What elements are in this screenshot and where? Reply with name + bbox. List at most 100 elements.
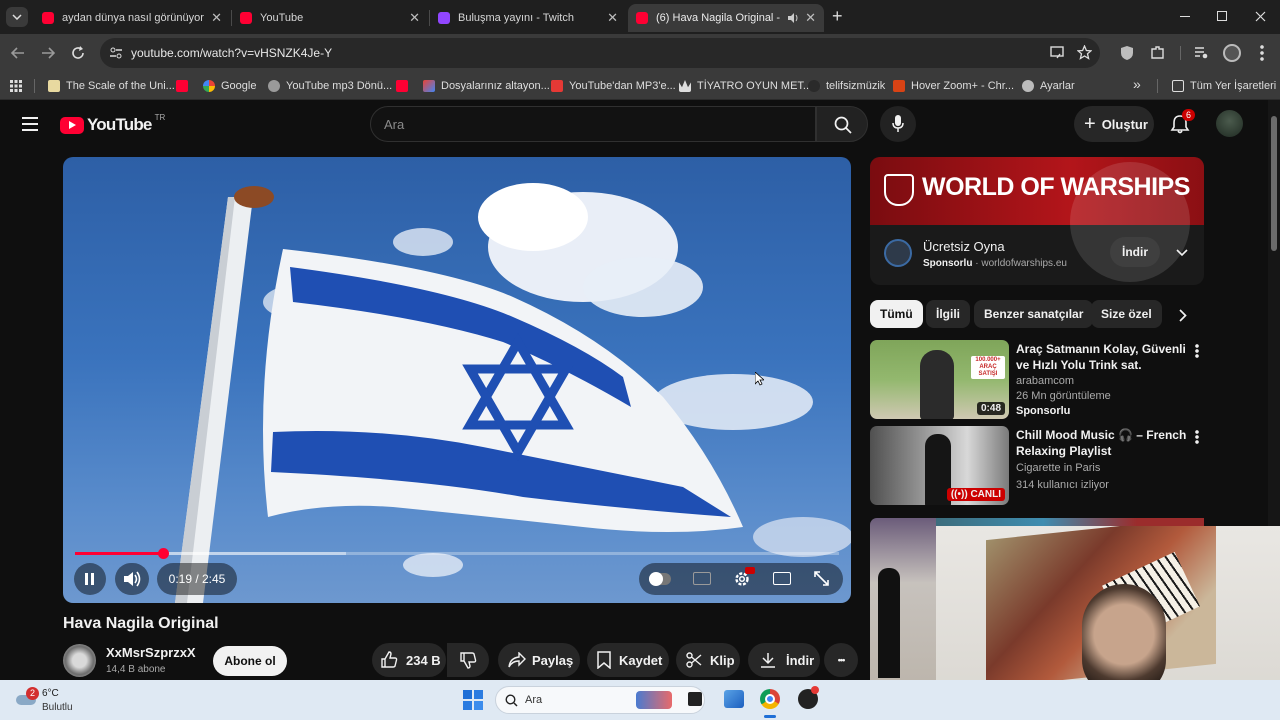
autoplay-toggle[interactable] [649, 572, 671, 586]
chrome-icon[interactable] [760, 689, 780, 709]
minimize-icon[interactable] [1180, 16, 1190, 17]
close-icon[interactable]: ✕ [409, 10, 420, 26]
youtube-logo[interactable]: YouTube TR [60, 113, 165, 135]
site-info-icon[interactable] [109, 47, 123, 59]
notifications-button[interactable]: 6 [1170, 109, 1196, 134]
reload-icon[interactable] [71, 46, 85, 60]
create-button[interactable]: + Oluştur [1074, 106, 1154, 142]
scrollbar-thumb[interactable] [1271, 116, 1277, 251]
restore-icon[interactable] [1217, 11, 1227, 21]
start-button[interactable] [463, 690, 483, 710]
bookmark-item[interactable] [396, 78, 414, 94]
more-actions-button[interactable]: ••• [824, 643, 858, 677]
close-icon[interactable]: ✕ [607, 10, 618, 26]
clip-button[interactable]: Klip [676, 643, 740, 677]
subscribe-button[interactable]: Abone ol [213, 646, 287, 676]
channel-avatar[interactable] [63, 644, 96, 677]
video-thumbnail[interactable]: 100.000+ ARAÇ SATIŞI 0:48 [870, 340, 1009, 419]
profile-avatar[interactable] [1223, 44, 1241, 62]
bookmark-item[interactable]: YouTube'dan MP3'e... [551, 78, 676, 94]
obs-icon[interactable] [798, 686, 819, 709]
all-bookmarks-button[interactable]: Tüm Yer İşaretleri [1172, 78, 1276, 94]
recommendation-title[interactable]: Araç Satmanın Kolay, Güvenli ve Hızlı Yo… [1016, 341, 1186, 374]
kebab-menu-icon[interactable] [1195, 344, 1199, 358]
voice-search-button[interactable] [880, 106, 916, 142]
cast-icon[interactable] [1050, 46, 1065, 59]
progress-bar-track[interactable] [75, 548, 839, 559]
progress-scrubber[interactable] [157, 548, 169, 559]
hamburger-menu-icon[interactable] [22, 117, 38, 131]
close-icon[interactable]: ✕ [211, 10, 222, 26]
shield-icon[interactable] [1120, 45, 1134, 61]
ad-banner[interactable]: WORLD OF WARSHIPS [870, 157, 1204, 282]
menu-icon[interactable] [1260, 45, 1264, 61]
share-icon [508, 652, 526, 668]
taskbar-search-input[interactable]: Ara [525, 694, 542, 706]
recommendation-thumbnail-partial[interactable] [870, 518, 936, 680]
star-icon[interactable] [1077, 45, 1092, 60]
search-button[interactable] [816, 106, 868, 142]
search-input[interactable]: Ara [384, 117, 404, 132]
recommendation-channel[interactable]: Cigarette in Paris [1016, 460, 1100, 476]
dislike-button[interactable] [447, 643, 489, 677]
tab-search-button[interactable] [6, 7, 28, 27]
recommendation-channel[interactable]: arabamcom [1016, 373, 1074, 389]
tab-3[interactable]: Buluşma yayını - Twitch ✕ [430, 4, 626, 32]
save-button[interactable]: Kaydet [587, 643, 669, 677]
more-bookmarks-button[interactable]: » [1133, 76, 1141, 92]
search-box[interactable]: Ara [370, 106, 816, 142]
bookmark-item[interactable]: Dosyalarınız altayon... [423, 78, 550, 94]
extensions-icon[interactable] [1150, 45, 1165, 60]
video-player[interactable]: 0:19 / 2:45 [63, 157, 851, 603]
download-button[interactable]: İndir [748, 643, 820, 677]
play-pause-button[interactable] [74, 563, 106, 595]
apps-grid-icon[interactable] [10, 80, 22, 92]
tab-4-active[interactable]: (6) Hava Nagila Original - Y ✕ [628, 4, 824, 32]
taskbar-search[interactable]: Ara [495, 686, 705, 714]
video-thumbnail[interactable]: ((•)) CANLI [870, 426, 1009, 505]
weather-widget[interactable]: 2 6°C Bulutlu [14, 685, 104, 715]
like-button[interactable]: 234 B [372, 643, 446, 677]
chip-similar-artists[interactable]: Benzer sanatçılar [974, 300, 1094, 328]
bookmark-item[interactable]: Ayarlar [1022, 78, 1075, 94]
bookmark-item[interactable]: The Scale of the Uni... [48, 78, 175, 94]
chip-for-you[interactable]: Size özel [1091, 300, 1162, 328]
tab-2[interactable]: YouTube ✕ [232, 4, 428, 32]
url-text[interactable]: youtube.com/watch?v=vHSNZK4Je-Y [131, 46, 332, 60]
bookmark-item[interactable]: Hover Zoom+ - Chr... [893, 78, 1014, 94]
kebab-menu-icon[interactable] [1195, 430, 1199, 444]
channel-name[interactable]: XxMsrSzprzxX [106, 645, 196, 660]
bookmark-item[interactable]: Google [203, 78, 256, 94]
subtitles-icon[interactable] [693, 572, 711, 585]
volume-button[interactable] [115, 563, 149, 595]
task-view-icon[interactable] [688, 692, 702, 706]
chip-all[interactable]: Tümü [870, 300, 923, 328]
user-avatar[interactable] [1216, 110, 1243, 137]
close-icon[interactable]: ✕ [805, 10, 816, 26]
bookmark-item[interactable]: YouTube mp3 Dönü... [268, 78, 392, 94]
bookmark-item[interactable] [176, 78, 194, 94]
new-tab-button[interactable]: + [832, 6, 843, 27]
forward-icon[interactable] [41, 46, 55, 60]
address-bar[interactable]: youtube.com/watch?v=vHSNZK4Je-Y [100, 38, 1100, 68]
ad-card[interactable]: WORLD OF WARSHIPS Ücretsiz Oyna Sponsorl… [870, 157, 1204, 285]
recommendation-item[interactable]: 100.000+ ARAÇ SATIŞI 0:48 Araç Satmanın … [870, 340, 1204, 420]
widgets-icon[interactable] [724, 690, 744, 708]
bookmark-item[interactable]: TİYATRO OYUN MET... [679, 78, 812, 94]
chevron-right-icon[interactable] [1179, 309, 1187, 322]
hd-badge [745, 567, 755, 574]
back-icon[interactable] [11, 46, 25, 60]
recommendation-item[interactable]: ((•)) CANLI Chill Mood Music 🎧 – French … [870, 426, 1204, 506]
media-control-icon[interactable] [1194, 46, 1209, 60]
window-close-icon[interactable] [1255, 11, 1266, 22]
tab-1[interactable]: aydan dünya nasıl görünüyor - ✕ [34, 4, 230, 32]
share-button[interactable]: Paylaş [498, 643, 580, 677]
speaker-icon[interactable] [787, 12, 799, 24]
chevron-down-icon[interactable] [1176, 249, 1188, 257]
recommendation-title[interactable]: Chill Mood Music 🎧 – French Relaxing Pla… [1016, 427, 1194, 460]
theater-mode-icon[interactable] [773, 572, 791, 585]
chip-related[interactable]: İlgili [926, 300, 970, 328]
ad-install-button[interactable]: İndir [1110, 237, 1160, 267]
fullscreen-icon[interactable] [814, 571, 829, 586]
bookmark-item[interactable]: telifsizmüzik [808, 78, 885, 94]
